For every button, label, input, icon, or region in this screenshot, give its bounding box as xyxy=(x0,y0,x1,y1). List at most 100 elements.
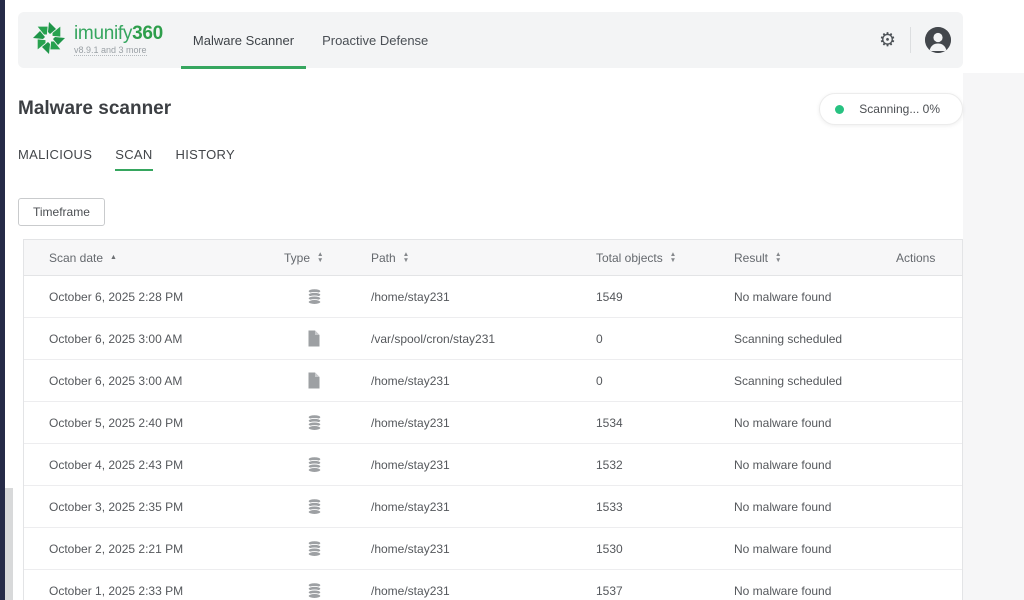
column-header-total-objects[interactable]: Total objects ▲▼ xyxy=(596,251,734,265)
timeframe-button[interactable]: Timeframe xyxy=(18,198,105,226)
path-text: /home/stay231 xyxy=(371,458,450,472)
type-cell xyxy=(284,498,371,515)
result-text: No malware found xyxy=(734,416,831,430)
database-icon xyxy=(306,582,371,599)
result-text: No malware found xyxy=(734,290,831,304)
scanning-status-text: Scanning... 0% xyxy=(859,102,940,116)
total-objects-text: 1530 xyxy=(596,542,623,556)
tab-malicious[interactable]: MALICIOUS xyxy=(18,147,92,171)
table-row: October 1, 2025 2:33 PM /h xyxy=(24,570,962,600)
type-cell xyxy=(284,456,371,473)
type-cell xyxy=(284,540,371,557)
total-objects-text: 0 xyxy=(596,374,603,388)
nav-label: Malware Scanner xyxy=(193,33,294,48)
imunify360-logo: imunify360 v8.9.1 and 3 more xyxy=(18,20,163,61)
scan-date-cell: October 3, 2025 2:35 PM xyxy=(49,500,284,514)
path-cell: /home/stay231 xyxy=(371,374,596,388)
scanning-status-dot-icon xyxy=(835,105,844,114)
table-body: October 6, 2025 2:28 PM /h xyxy=(24,276,962,600)
table-row: October 2, 2025 2:21 PM /h xyxy=(24,528,962,570)
scrollbar-thumb[interactable] xyxy=(5,488,13,600)
path-text: /home/stay231 xyxy=(371,290,450,304)
column-header-result[interactable]: Result ▲▼ xyxy=(734,251,896,265)
main-nav: Malware Scanner Proactive Defense xyxy=(179,12,442,68)
page-background-strip xyxy=(963,73,1024,600)
result-cell: No malware found xyxy=(734,458,896,472)
scan-date-cell: October 6, 2025 2:28 PM xyxy=(49,290,284,304)
database-icon xyxy=(306,456,371,473)
result-cell: No malware found xyxy=(734,290,896,304)
divider xyxy=(910,27,911,53)
scan-date-text: October 6, 2025 3:00 AM xyxy=(49,332,182,346)
path-text: /home/stay231 xyxy=(371,584,450,598)
scan-date-text: October 5, 2025 2:40 PM xyxy=(49,416,183,430)
scan-date-cell: October 5, 2025 2:40 PM xyxy=(49,416,284,430)
path-cell: /home/stay231 xyxy=(371,290,596,304)
result-cell: No malware found xyxy=(734,584,896,598)
total-objects-text: 1532 xyxy=(596,458,623,472)
total-objects-cell: 1549 xyxy=(596,290,734,304)
table-row: October 5, 2025 2:40 PM /h xyxy=(24,402,962,444)
sort-icon: ▲▼ xyxy=(317,252,323,263)
sort-icon: ▲▼ xyxy=(670,252,676,263)
scan-date-cell: October 6, 2025 3:00 AM xyxy=(49,332,284,346)
scan-date-text: October 6, 2025 3:00 AM xyxy=(49,374,182,388)
nav-label: Proactive Defense xyxy=(322,33,428,48)
tab-scan[interactable]: SCAN xyxy=(115,147,152,171)
scan-date-text: October 3, 2025 2:35 PM xyxy=(49,500,183,514)
result-cell: No malware found xyxy=(734,542,896,556)
top-navigation-bar: imunify360 v8.9.1 and 3 more Malware Sca… xyxy=(18,12,963,68)
result-text: Scanning scheduled xyxy=(734,332,842,346)
path-text: /home/stay231 xyxy=(371,416,450,430)
path-text: /home/stay231 xyxy=(371,542,450,556)
scan-date-text: October 2, 2025 2:21 PM xyxy=(49,542,183,556)
total-objects-text: 1533 xyxy=(596,500,623,514)
database-icon xyxy=(306,414,371,431)
total-objects-text: 1534 xyxy=(596,416,623,430)
column-label: Actions xyxy=(896,251,935,265)
nav-item-malware-scanner[interactable]: Malware Scanner xyxy=(179,12,308,68)
path-cell: /home/stay231 xyxy=(371,542,596,556)
column-header-scan-date[interactable]: Scan date ▲ xyxy=(49,251,284,265)
type-cell xyxy=(284,330,371,347)
column-label: Scan date xyxy=(49,251,103,265)
type-cell xyxy=(284,582,371,599)
table-row: October 6, 2025 2:28 PM /h xyxy=(24,276,962,318)
total-objects-cell: 1532 xyxy=(596,458,734,472)
column-header-type[interactable]: Type ▲▼ xyxy=(284,251,371,265)
sort-icon: ▲▼ xyxy=(403,252,409,263)
topbar-right-controls: ⚙ xyxy=(879,27,963,53)
scan-date-text: October 4, 2025 2:43 PM xyxy=(49,458,183,472)
page-title: Malware scanner xyxy=(18,98,171,120)
column-header-path[interactable]: Path ▲▼ xyxy=(371,251,596,265)
column-label: Result xyxy=(734,251,768,265)
path-text: /home/stay231 xyxy=(371,374,450,388)
total-objects-text: 0 xyxy=(596,332,603,346)
sort-icon: ▲▼ xyxy=(775,252,781,263)
result-cell: No malware found xyxy=(734,416,896,430)
total-objects-cell: 1533 xyxy=(596,500,734,514)
version-selector[interactable]: v8.9.1 and 3 more xyxy=(74,46,147,56)
settings-gear-icon[interactable]: ⚙ xyxy=(879,31,896,50)
total-objects-text: 1549 xyxy=(596,290,623,304)
imunify360-app: imunify360 v8.9.1 and 3 more Malware Sca… xyxy=(18,12,963,600)
type-cell xyxy=(284,288,371,305)
database-icon xyxy=(306,288,371,305)
sort-asc-icon: ▲ xyxy=(110,254,117,261)
path-text: /var/spool/cron/stay231 xyxy=(371,332,495,346)
path-cell: /home/stay231 xyxy=(371,500,596,514)
scan-date-cell: October 2, 2025 2:21 PM xyxy=(49,542,284,556)
file-icon xyxy=(306,372,371,389)
file-icon xyxy=(306,330,371,347)
table-header-row: Scan date ▲ Type ▲▼ Path ▲▼ Total object… xyxy=(24,240,962,276)
path-cell: /var/spool/cron/stay231 xyxy=(371,332,596,346)
scan-date-cell: October 1, 2025 2:33 PM xyxy=(49,584,284,598)
path-text: /home/stay231 xyxy=(371,500,450,514)
nav-item-proactive-defense[interactable]: Proactive Defense xyxy=(308,12,442,68)
user-avatar[interactable] xyxy=(925,27,951,53)
tab-history[interactable]: HISTORY xyxy=(176,147,235,171)
result-cell: Scanning scheduled xyxy=(734,374,896,388)
scanning-status-badge[interactable]: Scanning... 0% xyxy=(819,93,963,125)
path-cell: /home/stay231 xyxy=(371,458,596,472)
column-header-actions: Actions xyxy=(896,251,962,265)
